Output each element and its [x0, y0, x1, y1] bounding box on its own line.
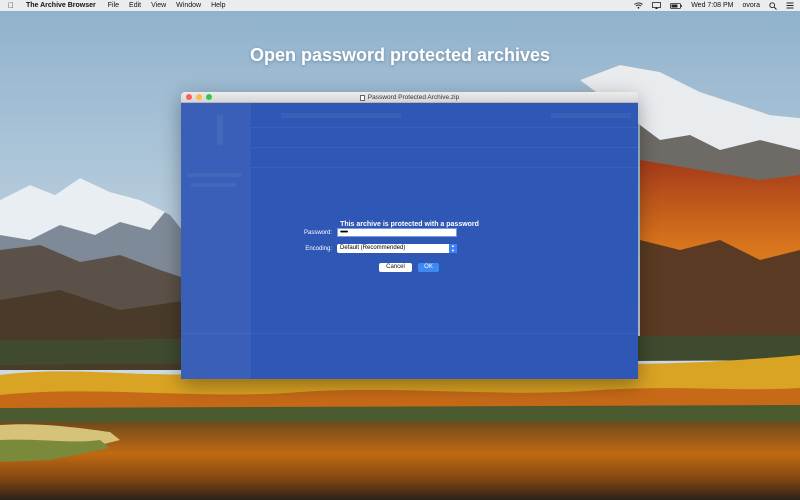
spotlight-search-icon[interactable]: [769, 1, 777, 10]
zoom-window-button[interactable]: [206, 94, 212, 100]
password-label: Password:: [303, 229, 332, 236]
menu-help[interactable]: Help: [211, 2, 225, 9]
sidebar-ghost: [181, 103, 251, 379]
ok-button[interactable]: OK: [418, 263, 439, 272]
promo-headline: Open password protected archives: [249, 45, 551, 65]
airplay-display-icon[interactable]: [652, 2, 662, 9]
popup-chevron-icon: ▲ ▼: [449, 243, 457, 253]
menu-file[interactable]: File: [108, 2, 119, 9]
menu-bar-status-area: Wed 7:08 PM ovora: [634, 1, 794, 10]
archive-window: Password Protected Archive.zip This arch…: [181, 92, 638, 379]
menu-bar-user[interactable]: ovora: [742, 2, 760, 9]
row-line-ghost: [251, 127, 638, 128]
document-icon: [359, 94, 365, 101]
sidebar-text-ghost: [187, 173, 242, 177]
close-window-button[interactable]: [186, 94, 192, 100]
encoding-selected-value: Default (Recommended): [340, 245, 406, 251]
window-title: Password Protected Archive.zip: [181, 92, 638, 103]
column-header-ghost: [551, 113, 631, 118]
window-title-bar[interactable]: Password Protected Archive.zip: [181, 92, 638, 103]
menu-bar-clock[interactable]: Wed 7:08 PM: [691, 2, 733, 9]
password-field[interactable]: •••••: [337, 228, 457, 237]
apple-menu-icon[interactable]: : [6, 1, 16, 10]
password-sheet-overlay: This archive is protected with a passwor…: [181, 103, 638, 379]
menu-view[interactable]: View: [151, 2, 166, 9]
window-controls: [181, 94, 212, 100]
encoding-select[interactable]: Default (Recommended) ▲ ▼: [337, 243, 457, 253]
window-title-text: Password Protected Archive.zip: [367, 94, 460, 101]
notification-center-icon[interactable]: [786, 2, 794, 9]
wifi-icon[interactable]: [634, 2, 644, 9]
minimize-window-button[interactable]: [196, 94, 202, 100]
menu-edit[interactable]: Edit: [129, 2, 141, 9]
menu-window[interactable]: Window: [176, 2, 201, 9]
sidebar-text-ghost: [191, 183, 236, 187]
row-line-ghost: [251, 147, 638, 148]
encoding-label: Encoding:: [305, 245, 332, 252]
row-line-ghost: [181, 333, 638, 334]
battery-icon[interactable]: [670, 2, 683, 9]
menu-bar:  The Archive Browser File Edit View Win…: [0, 0, 800, 11]
cancel-button[interactable]: Cancel: [379, 263, 412, 272]
sidebar-scroll-ghost: [217, 115, 223, 145]
row-line-ghost: [251, 167, 638, 168]
menu-app-name[interactable]: The Archive Browser: [26, 2, 96, 9]
encoding-row: Encoding: Default (Recommended) ▲ ▼: [292, 243, 457, 253]
password-dialog-title: This archive is protected with a passwor…: [340, 221, 479, 228]
password-row: Password: •••••: [292, 228, 457, 237]
column-header-ghost: [281, 113, 401, 118]
